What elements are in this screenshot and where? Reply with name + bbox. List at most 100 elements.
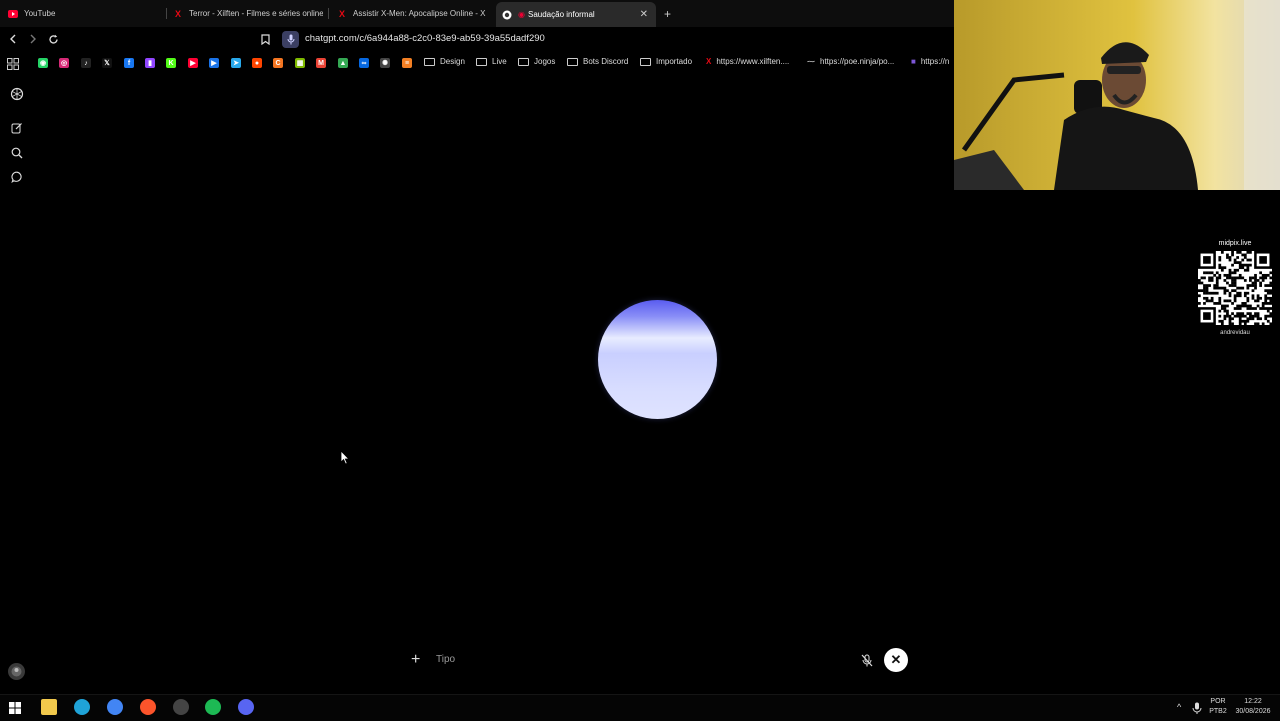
tray-mic-icon[interactable] <box>1192 701 1202 719</box>
voice-orb <box>598 300 717 419</box>
keyboard-layout: PTB2 <box>1209 708 1227 715</box>
bookmark-folder-design[interactable]: Design <box>424 57 465 66</box>
mic-muted-icon[interactable] <box>859 652 875 668</box>
meta-icon[interactable]: ∞ <box>359 58 369 68</box>
close-icon: ✕ <box>890 652 902 667</box>
twitch-icon[interactable]: ▮ <box>145 58 155 68</box>
link-icon: ■ <box>911 57 916 66</box>
tiktok-icon[interactable]: ♪ <box>81 58 91 68</box>
tab-title: YouTube <box>24 9 56 18</box>
tab-separator <box>166 8 167 19</box>
drive-icon[interactable]: ▲ <box>338 58 348 68</box>
qr-code <box>1198 251 1273 326</box>
bookmark-label: Live <box>492 57 507 66</box>
forward-icon[interactable] <box>25 31 41 47</box>
tab-title: Assistir X-Men: Apocalipse Online - X <box>353 9 486 18</box>
tab-separator <box>328 8 329 19</box>
microphone-icon[interactable] <box>282 31 299 48</box>
brave-icon[interactable] <box>140 699 156 715</box>
qr-title: midpix.live <box>1218 240 1252 247</box>
back-icon[interactable] <box>5 31 21 47</box>
folder-icon <box>567 57 578 66</box>
bookmark-folder-live[interactable]: Live <box>476 57 507 66</box>
bookmark-label: https://www.xilften.... <box>716 57 790 66</box>
bookmark-label: Importado <box>656 57 693 66</box>
bookmark-folder-bots-discord[interactable]: Bots Discord <box>567 57 628 66</box>
ninja-icon: ⁓ <box>807 57 815 66</box>
clock-time: 12:22 <box>1244 698 1262 705</box>
bookmark-label: https://n <box>920 57 950 66</box>
file-explorer-icon[interactable] <box>41 699 57 715</box>
new-tab-icon[interactable]: + <box>664 7 671 21</box>
webcam-overlay <box>954 0 1280 190</box>
reload-icon[interactable] <box>45 31 61 47</box>
mouse-cursor-icon <box>340 450 350 470</box>
end-voice-button[interactable]: ✕ <box>884 648 908 672</box>
bookmark-icon[interactable] <box>257 31 273 47</box>
whatsapp-icon[interactable]: ◉ <box>38 58 48 68</box>
bookmark-link-xilften[interactable]: Xhttps://www.xilften.... <box>706 57 789 66</box>
chat-bubble-icon[interactable] <box>9 169 25 185</box>
spotify-icon[interactable] <box>205 699 221 715</box>
x-twitter-icon[interactable]: 𝕏 <box>102 58 112 68</box>
tab-xilften-xmen[interactable]: X Assistir X-Men: Apocalipse Online - X <box>337 2 487 25</box>
chatgpt-logo-icon[interactable] <box>9 86 25 102</box>
new-chat-icon[interactable] <box>9 120 25 136</box>
bookmark-label: Bots Discord <box>583 57 629 66</box>
taskbar <box>0 694 1280 721</box>
reddit-icon[interactable]: ● <box>252 58 262 68</box>
url-text[interactable]: chatgpt.com/c/6a944a88-c2c0-83e9-ab59-39… <box>305 33 545 44</box>
folder-icon <box>518 57 529 66</box>
tab-title: Saudação informal <box>527 10 595 19</box>
obs-icon[interactable] <box>173 699 189 715</box>
gmail-icon[interactable]: M <box>316 58 326 68</box>
bookmark-link-truncated[interactable]: ■ https://n <box>911 57 954 66</box>
tab-chatgpt-active[interactable]: ◉ Saudação informal ✕ <box>496 2 656 27</box>
bookmark-link-poe-ninja[interactable]: ⁓ https://poe.ninja/po... <box>807 57 894 66</box>
composer-bar <box>403 644 911 676</box>
add-attachment-icon[interactable]: + <box>411 652 420 668</box>
language-code: POR <box>1210 698 1226 705</box>
facebook-icon[interactable]: f <box>124 58 134 68</box>
kick-icon[interactable]: K <box>166 58 176 68</box>
qr-username: andrevidau <box>1220 330 1250 336</box>
instagram-icon[interactable]: ◎ <box>59 58 69 68</box>
folder-icon <box>476 57 487 66</box>
microsoft-icon[interactable]: ▦ <box>295 58 305 68</box>
folder-icon <box>424 57 435 66</box>
folder-icon <box>640 57 651 66</box>
chatgpt-icon <box>502 10 512 20</box>
avatar[interactable] <box>8 663 25 680</box>
close-tab-icon[interactable]: ✕ <box>640 9 648 20</box>
play-icon[interactable]: ▶ <box>209 58 219 68</box>
chatgpt-icon[interactable]: ✺ <box>380 58 390 68</box>
stackoverflow-icon[interactable]: ≡ <box>402 58 412 68</box>
youtube-icon <box>8 9 18 19</box>
chevron-up-icon[interactable]: ^ <box>1177 702 1181 712</box>
chrome-icon[interactable] <box>107 699 123 715</box>
tab-title: Terror - Xilften - Filmes e séries onlin… <box>189 9 323 18</box>
crunchyroll-icon[interactable]: C <box>273 58 283 68</box>
edge-icon[interactable] <box>74 699 90 715</box>
bookmark-folder-importado[interactable]: Importado <box>640 57 692 66</box>
xilften-icon: X <box>174 8 181 19</box>
clock-date: 30/08/2026 <box>1235 708 1271 715</box>
xilften-icon: X <box>338 8 345 19</box>
tab-xilften-terror[interactable]: X Terror - Xilften - Filmes e séries onl… <box>173 2 323 25</box>
xilften-icon: X <box>706 57 712 66</box>
input-language[interactable]: POR PTB2 <box>1206 697 1230 717</box>
youtube-icon[interactable]: ▶ <box>188 58 198 68</box>
bookmark-label: https://poe.ninja/po... <box>820 57 895 66</box>
bookmark-folder-jogos[interactable]: Jogos <box>518 57 555 66</box>
windows-start-icon[interactable] <box>9 701 21 719</box>
search-icon[interactable] <box>9 145 25 161</box>
apps-grid-icon[interactable] <box>7 57 19 75</box>
recording-icon: ◉ <box>518 10 525 19</box>
clock[interactable]: 12:22 30/08/2026 <box>1232 697 1274 717</box>
bookmark-label: Design <box>440 57 465 66</box>
telegram-icon[interactable]: ➤ <box>231 58 241 68</box>
tab-youtube[interactable]: YouTube <box>8 2 168 25</box>
message-input[interactable]: Tipo <box>436 654 455 665</box>
bookmark-label: Jogos <box>534 57 556 66</box>
discord-icon[interactable] <box>238 699 254 715</box>
